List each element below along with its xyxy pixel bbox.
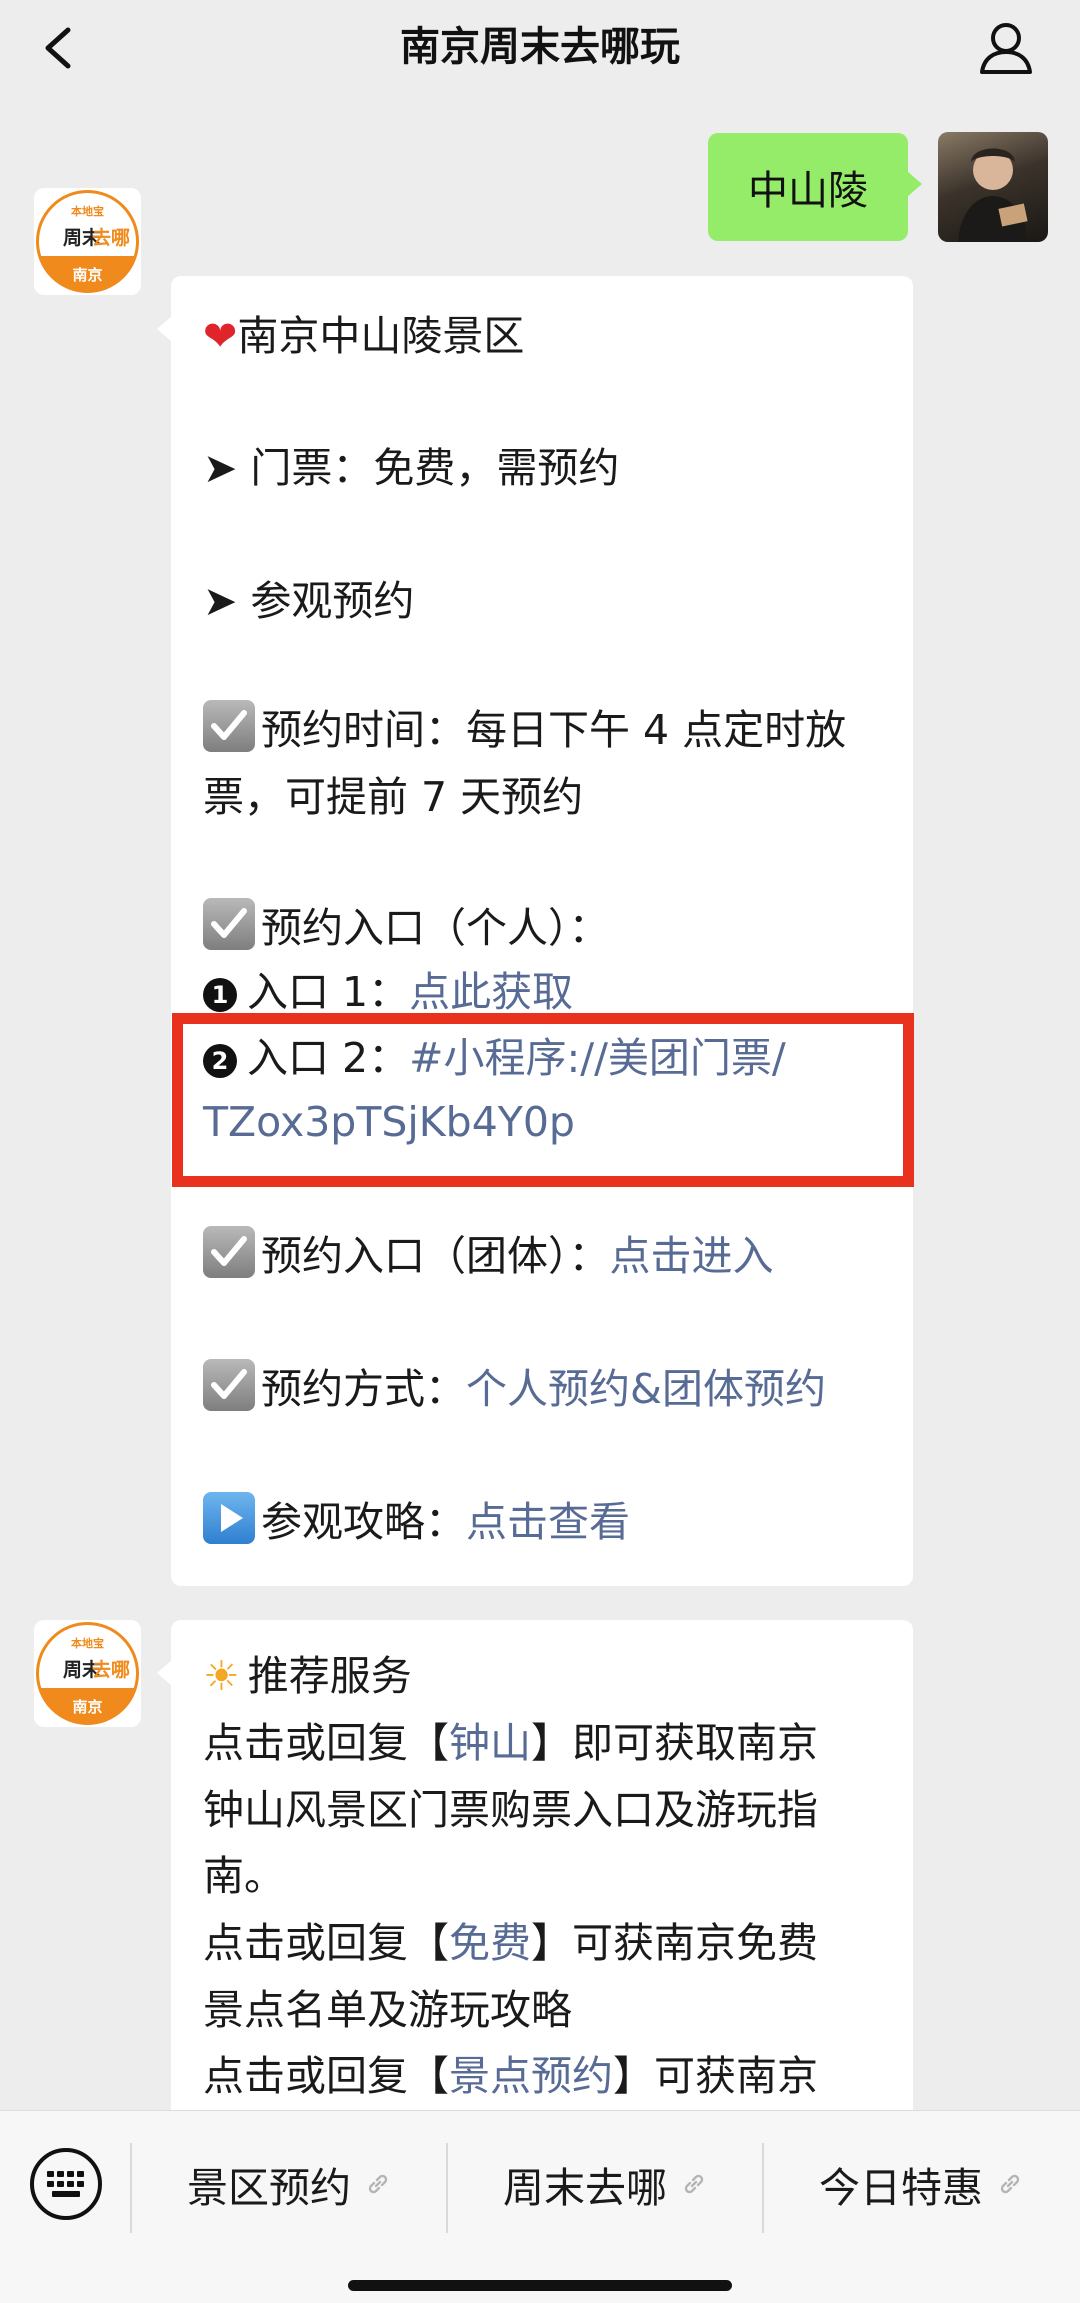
heart-icon: ❤	[203, 312, 238, 360]
number-1-icon: 1	[203, 978, 237, 1012]
time-line-1: 预约时间：每日下午 4 点定时放	[203, 700, 846, 760]
menu-item-today-deals[interactable]: 今日特惠	[764, 2149, 1078, 2219]
sent-message-text: 中山陵	[748, 168, 868, 214]
checkbox-icon	[203, 898, 255, 950]
logo-bottom-text: 南京	[72, 1698, 102, 1716]
bot-avatar[interactable]: 本地宝 周末 去哪 南京	[34, 1620, 141, 1727]
logo-top-text: 本地宝	[71, 1636, 104, 1650]
entry-group-link[interactable]: 点击进入	[610, 1232, 774, 1280]
service-line-2: 钟山风景区门票购票入口及游玩指	[203, 1786, 818, 1834]
ticket-line: ➤ 门票：免费，需预约	[203, 444, 620, 492]
message-bubble-1[interactable]: ❤南京中山陵景区 ➤ 门票：免费，需预约 ➤ 参观预约 预约时间：每日下午 4 …	[157, 276, 913, 1586]
play-icon	[203, 1492, 255, 1544]
bot-avatar[interactable]: 本地宝 周末 去哪 南京	[34, 188, 141, 295]
menu-item-label: 周末去哪	[503, 2164, 667, 2212]
service-line-3: 南。	[203, 1852, 285, 1900]
visit-line: ➤ 参观预约	[203, 577, 415, 625]
page-title: 南京周末去哪玩	[400, 24, 680, 70]
nav-bar: 南京周末去哪玩	[0, 0, 1080, 95]
entry-group-line: 预约入口（团体）：点击进入	[203, 1226, 774, 1286]
text-segment: 】可获南京免费	[531, 1919, 818, 1967]
checkbox-icon	[203, 700, 255, 752]
text-segment: 点击或回复【	[203, 1719, 449, 1767]
keyboard-button[interactable]	[28, 2146, 104, 2222]
entry-personal-line: 预约入口（个人）：	[203, 898, 610, 958]
profile-button[interactable]	[976, 18, 1036, 78]
person-icon	[980, 23, 1032, 74]
highlight-annotation-box	[172, 1013, 914, 1187]
text-segment: 点击或回复【	[203, 1919, 449, 1967]
scenic-heading: 南京中山陵景区	[237, 312, 525, 360]
message-bubble-2[interactable]: ☀ 推荐服务 点击或回复【钟山】即可获取南京 钟山风景区门票购票入口及游玩指 南。…	[157, 1620, 913, 2140]
entry1-label: 入口 1：	[247, 968, 410, 1016]
user-avatar[interactable]	[938, 132, 1048, 242]
logo-main-text-b: 去哪	[92, 226, 130, 249]
logo-main-text-b: 去哪	[92, 1658, 130, 1681]
heading-line: ❤南京中山陵景区	[203, 306, 524, 366]
logo-bottom-text: 南京	[72, 266, 102, 284]
link-icon	[368, 2174, 388, 2194]
menu-item-label: 今日特惠	[819, 2164, 983, 2212]
checkbox-icon	[203, 1226, 255, 1278]
checkbox-icon	[203, 1359, 255, 1411]
guide-link[interactable]: 点击查看	[466, 1498, 630, 1546]
menu-item-weekend[interactable]: 周末去哪	[448, 2149, 762, 2219]
method-line: 预约方式：个人预约&团体预约	[203, 1359, 826, 1419]
time-text-1: 预约时间：每日下午 4 点定时放	[261, 706, 847, 754]
time-line-2: 票，可提前 7 天预约	[203, 773, 584, 821]
text-segment: 】即可获取南京	[531, 1719, 818, 1767]
service-heading: 推荐服务	[247, 1652, 412, 1700]
zhongshan-link[interactable]: 钟山	[449, 1719, 531, 1767]
text-segment: 点击或回复【	[203, 2052, 449, 2100]
entry-personal-text: 预约入口（个人）：	[261, 904, 610, 952]
brand-logo: 本地宝 周末 去哪 南京	[36, 1622, 139, 1725]
service-heading-line: ☀ 推荐服务	[203, 1646, 412, 1706]
method-label: 预约方式：	[261, 1365, 466, 1413]
entry-group-label: 预约入口（团体）：	[261, 1232, 610, 1280]
service-line-5: 景点名单及游玩攻略	[203, 1986, 572, 2034]
home-indicator[interactable]	[348, 2280, 732, 2291]
text-segment: 】可获南京	[613, 2052, 818, 2100]
logo-top-text: 本地宝	[71, 204, 104, 218]
service-line-4: 点击或回复【免费】可获南京免费	[203, 1913, 818, 1973]
guide-label: 参观攻略：	[261, 1498, 466, 1546]
link-icon	[684, 2174, 704, 2194]
entry1-link[interactable]: 点此获取	[409, 968, 573, 1016]
sent-message-bubble[interactable]: 中山陵	[708, 133, 922, 241]
menu-item-label: 景区预约	[187, 2164, 351, 2212]
method-link[interactable]: 个人预约&团体预约	[466, 1365, 826, 1413]
bottom-menu-bar: 景区预约 周末去哪 今日特惠	[0, 2110, 1080, 2303]
user-photo	[958, 148, 1028, 242]
link-icon	[1000, 2174, 1020, 2194]
brand-logo: 本地宝 周末 去哪 南京	[36, 190, 139, 293]
guide-line: 参观攻略：点击查看	[203, 1492, 630, 1552]
menu-item-scenic-booking[interactable]: 景区预约	[132, 2149, 446, 2219]
service-line-6: 点击或回复【景点预约】可获南京	[203, 2046, 818, 2106]
sun-icon: ☀	[203, 1652, 240, 1700]
free-link[interactable]: 免费	[449, 1919, 531, 1967]
keyboard-icon	[30, 2148, 102, 2220]
service-line-1: 点击或回复【钟山】即可获取南京	[203, 1713, 818, 1773]
booking-link[interactable]: 景点预约	[449, 2052, 613, 2100]
